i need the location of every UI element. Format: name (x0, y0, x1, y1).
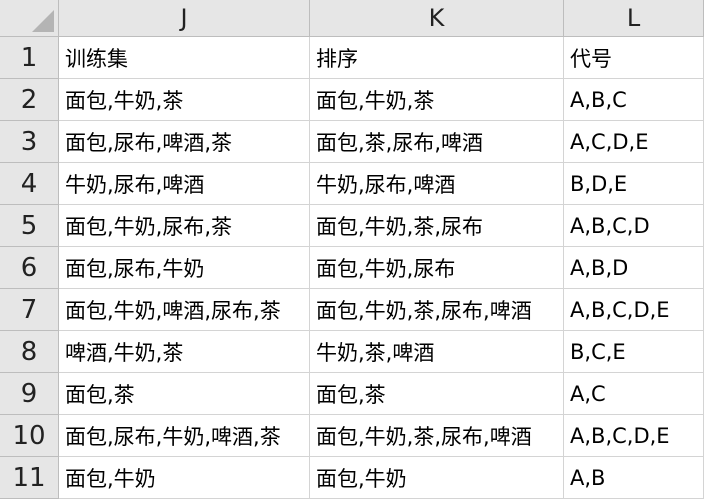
cell-j-7[interactable]: 面包,牛奶,啤酒,尿布,茶 (59, 289, 310, 331)
cell-k-2[interactable]: 面包,牛奶,茶 (310, 79, 564, 121)
cell-k-5[interactable]: 面包,牛奶,茶,尿布 (310, 205, 564, 247)
cell-j-6[interactable]: 面包,尿布,牛奶 (59, 247, 310, 289)
select-all-corner[interactable] (0, 0, 59, 37)
cell-k-10[interactable]: 面包,牛奶,茶,尿布,啤酒 (310, 415, 564, 457)
cell-l-2[interactable]: A,B,C (564, 79, 704, 121)
cell-l-3[interactable]: A,C,D,E (564, 121, 704, 163)
spreadsheet-grid: J K L 1 训练集 排序 代号 2 面包,牛奶,茶 面包,牛奶,茶 A,B,C 3 面包,尿布… (0, 0, 704, 502)
cell-l-8[interactable]: B,C,E (564, 331, 704, 373)
cell-k-9[interactable]: 面包,茶 (310, 373, 564, 415)
cell-j-10[interactable]: 面包,尿布,牛奶,啤酒,茶 (59, 415, 310, 457)
cell-j-3[interactable]: 面包,尿布,啤酒,茶 (59, 121, 310, 163)
cell-j-2[interactable]: 面包,牛奶,茶 (59, 79, 310, 121)
cell-k-3[interactable]: 面包,茶,尿布,啤酒 (310, 121, 564, 163)
cell-l-9[interactable]: A,C (564, 373, 704, 415)
row-header[interactable]: 11 (0, 457, 59, 499)
cell-j-4[interactable]: 牛奶,尿布,啤酒 (59, 163, 310, 205)
cell-k-8[interactable]: 牛奶,茶,啤酒 (310, 331, 564, 373)
column-header-j[interactable]: J (59, 0, 310, 37)
cell-k-1[interactable]: 排序 (310, 37, 564, 79)
row-header[interactable]: 1 (0, 37, 59, 79)
cell-l-4[interactable]: B,D,E (564, 163, 704, 205)
cell-j-11[interactable]: 面包,牛奶 (59, 457, 310, 499)
cell-k-6[interactable]: 面包,牛奶,尿布 (310, 247, 564, 289)
cell-j-8[interactable]: 啤酒,牛奶,茶 (59, 331, 310, 373)
cell-k-7[interactable]: 面包,牛奶,茶,尿布,啤酒 (310, 289, 564, 331)
cell-l-11[interactable]: A,B (564, 457, 704, 499)
row-header[interactable]: 4 (0, 163, 59, 205)
column-header-l[interactable]: L (564, 0, 704, 37)
row-header[interactable]: 10 (0, 415, 59, 457)
row-header[interactable]: 5 (0, 205, 59, 247)
cell-l-6[interactable]: A,B,D (564, 247, 704, 289)
select-all-triangle-icon (32, 10, 54, 32)
cell-j-1[interactable]: 训练集 (59, 37, 310, 79)
row-header[interactable]: 2 (0, 79, 59, 121)
cell-l-7[interactable]: A,B,C,D,E (564, 289, 704, 331)
cell-j-9[interactable]: 面包,茶 (59, 373, 310, 415)
cell-l-5[interactable]: A,B,C,D (564, 205, 704, 247)
row-header[interactable]: 8 (0, 331, 59, 373)
column-header-k[interactable]: K (310, 0, 564, 37)
row-header[interactable]: 3 (0, 121, 59, 163)
cell-j-5[interactable]: 面包,牛奶,尿布,茶 (59, 205, 310, 247)
cell-l-1[interactable]: 代号 (564, 37, 704, 79)
row-header[interactable]: 9 (0, 373, 59, 415)
row-header[interactable]: 6 (0, 247, 59, 289)
cell-k-4[interactable]: 牛奶,尿布,啤酒 (310, 163, 564, 205)
cell-l-10[interactable]: A,B,C,D,E (564, 415, 704, 457)
cell-k-11[interactable]: 面包,牛奶 (310, 457, 564, 499)
row-header[interactable]: 7 (0, 289, 59, 331)
